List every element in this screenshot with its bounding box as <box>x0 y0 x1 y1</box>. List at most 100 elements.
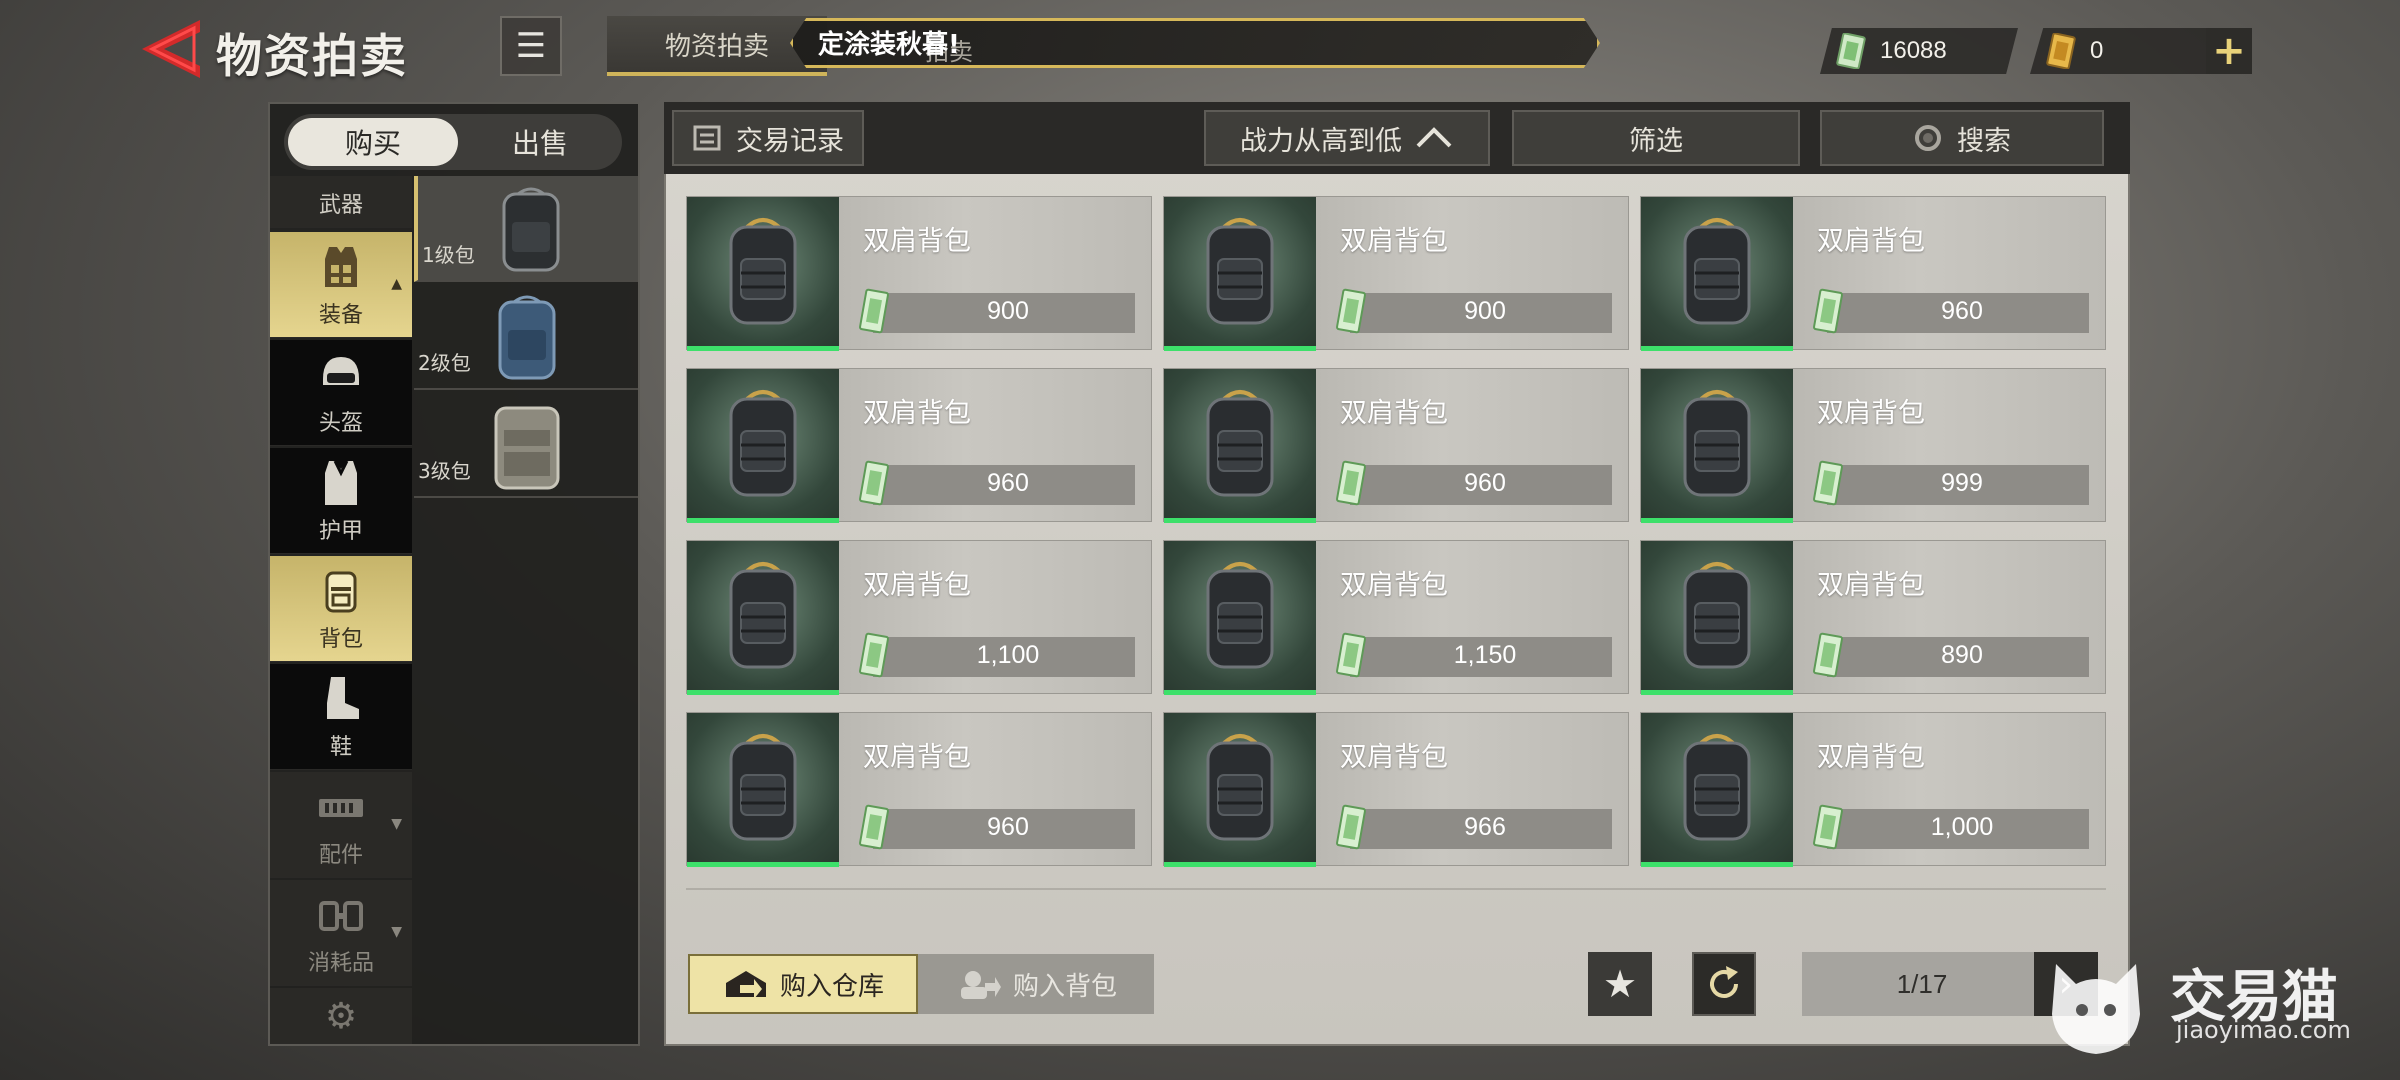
search-icon <box>1915 125 1941 151</box>
item-thumbnail <box>1164 197 1316 351</box>
vest-icon <box>325 247 357 287</box>
item-price: 966 <box>1464 813 1506 841</box>
back-button[interactable] <box>138 18 210 80</box>
cash-counter: 16088 <box>1820 28 2018 74</box>
sell-tab[interactable]: 出售 <box>460 118 620 166</box>
subcategory-level3[interactable]: 3级包 <box>414 392 638 498</box>
watermark-url: jiaoyimao.com <box>2176 1016 2351 1044</box>
backpack-item-icon <box>1206 734 1274 841</box>
item-name: 双肩背包 <box>863 742 971 773</box>
item-card[interactable]: 双肩背包 1,000 <box>1640 712 2106 867</box>
item-price: 900 <box>1464 297 1506 325</box>
category-shoes[interactable]: 鞋 <box>270 664 412 770</box>
category-label: 装备 <box>318 303 363 328</box>
backpack-buy-icon <box>960 971 1001 999</box>
category-more[interactable]: ⚙ <box>270 988 412 1044</box>
item-name: 双肩背包 <box>863 570 971 601</box>
item-thumbnail <box>1164 369 1316 523</box>
backpack-level2-icon <box>498 295 556 380</box>
search-label: 搜索 <box>1957 125 2011 157</box>
item-card[interactable]: 双肩背包 960 <box>1163 368 1629 523</box>
warehouse-icon <box>725 971 766 999</box>
backpack-item-icon <box>1206 562 1274 669</box>
category-label: 背包 <box>318 627 363 652</box>
item-thumbnail <box>1641 713 1793 867</box>
item-price: 960 <box>1464 469 1506 497</box>
item-thumbnail <box>1164 713 1316 867</box>
category-armor[interactable]: 护甲 <box>270 448 412 554</box>
filter-button[interactable]: 筛选 <box>1512 110 1800 166</box>
item-card[interactable]: 双肩背包 900 <box>1163 196 1629 351</box>
category-label: 配件 <box>318 843 363 868</box>
subcategory-level2[interactable]: 2级包 <box>414 284 638 390</box>
category-backpack[interactable]: 背包 <box>270 556 412 662</box>
item-card[interactable]: 双肩背包 960 <box>1640 196 2106 351</box>
chevron-up-icon: ▲ <box>391 276 402 292</box>
sort-dropdown[interactable]: 战力从高到低 <box>1204 110 1490 166</box>
add-currency-button[interactable]: + <box>2206 28 2252 74</box>
magazine-icon <box>319 799 363 817</box>
item-card[interactable]: 双肩背包 1,100 <box>686 540 1152 695</box>
category-consumables[interactable]: 消耗品 ▼ <box>270 880 412 986</box>
item-price: 1,000 <box>1930 813 1994 841</box>
backpack-level3-icon <box>494 406 560 490</box>
sort-label: 战力从高到低 <box>1240 125 1402 157</box>
category-weapon[interactable]: 武器 <box>270 176 412 228</box>
chevron-down-icon: ▼ <box>391 816 402 832</box>
chevron-down-icon: ▼ <box>391 924 402 940</box>
star-icon: ★ <box>1602 962 1638 1006</box>
item-card[interactable]: 双肩背包 999 <box>1640 368 2106 523</box>
armor-icon <box>325 460 357 505</box>
item-thumbnail <box>1641 369 1793 523</box>
item-card[interactable]: 双肩背包 960 <box>686 368 1152 523</box>
watermark-logo <box>2052 964 2140 1054</box>
item-card[interactable]: 双肩背包 1,150 <box>1163 540 1629 695</box>
subcategory-level1[interactable]: 1级包 <box>414 176 638 282</box>
item-price: 960 <box>987 469 1029 497</box>
buy-to-backpack-button[interactable]: 购入背包 <box>918 954 1154 1014</box>
divider <box>686 888 2106 890</box>
item-thumbnail <box>687 713 839 867</box>
category-label: 消耗品 <box>307 951 374 976</box>
backpack-item-icon <box>1683 390 1751 497</box>
helmet-icon <box>323 357 359 385</box>
category-equipment[interactable]: 装备 ▲ <box>270 232 412 338</box>
item-card[interactable]: 双肩背包 966 <box>1163 712 1629 867</box>
item-card[interactable]: 双肩背包 900 <box>686 196 1152 351</box>
category-attachments[interactable]: 配件 ▼ <box>270 772 412 878</box>
list-icon: ☰ <box>515 26 547 66</box>
item-name: 双肩背包 <box>1817 398 1925 429</box>
favorite-button[interactable]: ★ <box>1588 952 1652 1016</box>
item-price: 960 <box>987 813 1029 841</box>
chevron-up-icon <box>1416 127 1452 148</box>
trade-record-button[interactable]: 交易记录 <box>672 110 864 166</box>
item-thumbnail <box>687 541 839 695</box>
item-thumbnail <box>1641 541 1793 695</box>
buy-to-warehouse-button[interactable]: 购入仓库 <box>688 954 918 1014</box>
item-card[interactable]: 双肩背包 890 <box>1640 540 2106 695</box>
item-name: 双肩背包 <box>1340 226 1448 257</box>
backpack-item-icon <box>1206 390 1274 497</box>
backpack-item-icon <box>729 218 797 325</box>
subcategory-label: 1级包 <box>422 243 475 267</box>
search-button[interactable]: 搜索 <box>1820 110 2104 166</box>
item-price: 890 <box>1941 641 1983 669</box>
buy-tab[interactable]: 购买 <box>288 118 458 166</box>
category-helmet[interactable]: 头盔 <box>270 340 412 446</box>
consumable-icon <box>319 901 363 931</box>
subcategory-label: 2级包 <box>418 351 471 375</box>
item-thumbnail <box>687 369 839 523</box>
item-name: 双肩背包 <box>1817 226 1925 257</box>
boot-icon <box>327 677 359 719</box>
plus-icon: + <box>2212 28 2246 74</box>
backpack-item-icon <box>1683 218 1751 325</box>
refresh-button[interactable] <box>1692 952 1756 1016</box>
backpack-item-icon <box>729 390 797 497</box>
backpack-item-icon <box>729 734 797 841</box>
category-label: 鞋 <box>329 735 352 760</box>
menu-button[interactable]: ☰ <box>500 16 562 76</box>
record-icon <box>693 125 721 151</box>
item-thumbnail <box>1164 541 1316 695</box>
page-indicator: 1/17 <box>1802 952 2042 1016</box>
item-card[interactable]: 双肩背包 960 <box>686 712 1152 867</box>
